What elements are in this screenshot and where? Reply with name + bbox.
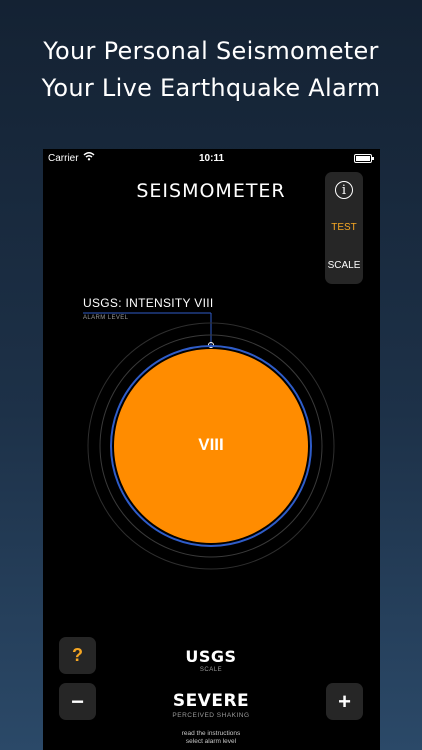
increase-button[interactable]: +	[326, 683, 363, 720]
instruction-line-2: select alarm level	[185, 738, 237, 745]
promo-headline-2: Your Live Earthquake Alarm	[41, 74, 381, 102]
intensity-value: VIII	[198, 435, 224, 454]
instruction-line-1: read the instructions	[181, 730, 241, 737]
scale-sublabel: SCALE	[199, 667, 223, 673]
perceived-shaking-value: SEVERE	[172, 691, 250, 711]
perceived-shaking-sublabel: PERCEIVED SHAKING	[172, 712, 250, 719]
decrease-button[interactable]: −	[59, 683, 96, 720]
phone-screen: Carrier 10:11 SEISMOMETER i TEST SCALE U…	[43, 149, 380, 750]
help-button[interactable]: ?	[59, 637, 96, 674]
promo-headline-1: Your Personal Seismometer	[43, 37, 379, 65]
scale-name: USGS	[185, 647, 237, 666]
